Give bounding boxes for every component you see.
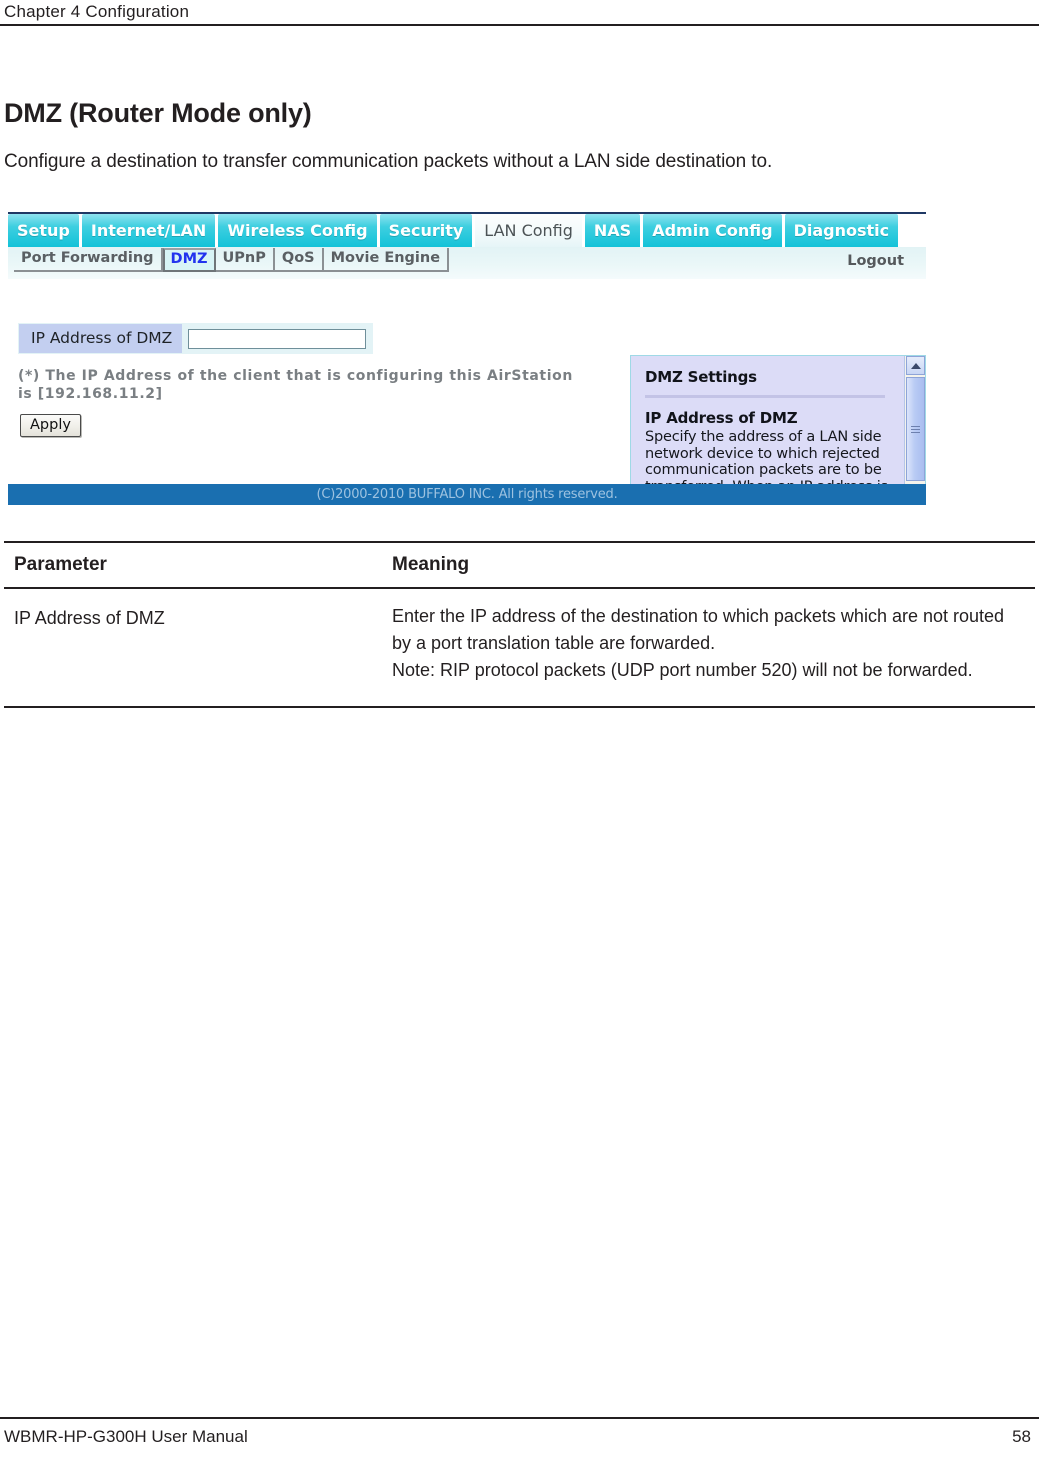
- tab-diagnostic[interactable]: Diagnostic: [784, 214, 899, 247]
- scroll-up-button[interactable]: [906, 356, 925, 375]
- tab-label: NAS: [593, 221, 632, 240]
- help-heading: DMZ Settings: [645, 368, 757, 386]
- tab-lan-config[interactable]: LAN Config: [475, 214, 582, 247]
- table-header-row: Parameter Meaning: [4, 543, 1035, 587]
- ip-address-of-dmz-row: IP Address of DMZ: [18, 323, 374, 354]
- primary-tab-bar: Setup Internet/LAN Wireless Config Secur…: [8, 214, 926, 247]
- help-divider: [645, 395, 885, 398]
- tab-label: Wireless Config: [227, 221, 368, 240]
- running-head: Chapter 4 Configuration: [4, 2, 190, 21]
- tab-label: Security: [388, 221, 464, 240]
- help-panel-content: DMZ Settings IP Address of DMZ Specify t…: [631, 356, 903, 505]
- tab-nas[interactable]: NAS: [584, 214, 641, 247]
- tab-security[interactable]: Security: [379, 214, 473, 247]
- chevron-up-icon: [910, 362, 921, 369]
- cell-parameter: IP Address of DMZ: [14, 608, 165, 628]
- tab-label: LAN Config: [484, 221, 573, 240]
- ip-address-of-dmz-input[interactable]: [188, 328, 367, 349]
- tab-label: Admin Config: [652, 221, 773, 240]
- help-panel: DMZ Settings IP Address of DMZ Specify t…: [630, 355, 926, 505]
- column-header-meaning: Meaning: [392, 554, 470, 575]
- footer-page-number: 58: [1012, 1427, 1031, 1446]
- table-row: IP Address of DMZ Enter the IP address o…: [4, 589, 1035, 706]
- help-subheading: IP Address of DMZ: [645, 409, 798, 427]
- tab-label: Diagnostic: [793, 221, 890, 240]
- subtab-group: Port Forwarding DMZ UPnP QoS Movie Engin…: [14, 248, 450, 272]
- footer-rule: [0, 1417, 1039, 1419]
- help-panel-scrollbar[interactable]: [904, 356, 925, 505]
- tab-label: Internet/LAN: [90, 221, 207, 240]
- parameter-table: Parameter Meaning IP Address of DMZ Ente…: [4, 541, 1035, 708]
- subtab-qos[interactable]: QoS: [274, 248, 324, 272]
- ip-address-of-dmz-label: IP Address of DMZ: [19, 324, 183, 353]
- secondary-tab-bar: Port Forwarding DMZ UPnP QoS Movie Engin…: [8, 247, 926, 279]
- footer-manual-title: WBMR-HP-G300H User Manual: [4, 1427, 248, 1446]
- ip-address-of-dmz-input-cell: [182, 324, 373, 353]
- tab-internet-lan[interactable]: Internet/LAN: [81, 214, 216, 247]
- dmz-client-note: (*) The IP Address of the client that is…: [18, 368, 573, 402]
- subtab-dmz[interactable]: DMZ: [162, 248, 216, 272]
- apply-button[interactable]: Apply: [20, 414, 81, 437]
- copyright-bar: (C)2000-2010 BUFFALO INC. All rights res…: [8, 484, 926, 505]
- subtab-movie-engine[interactable]: Movie Engine: [323, 248, 450, 272]
- page-title: DMZ (Router Mode only): [4, 98, 312, 129]
- tab-label: Setup: [17, 221, 70, 240]
- subtab-upnp[interactable]: UPnP: [215, 248, 275, 272]
- subtab-port-forwarding[interactable]: Port Forwarding: [14, 248, 163, 272]
- router-ui-screenshot: Setup Internet/LAN Wireless Config Secur…: [8, 212, 926, 505]
- header-rule: [0, 24, 1039, 26]
- grip-icon: [911, 424, 920, 435]
- tab-wireless-config[interactable]: Wireless Config: [218, 214, 377, 247]
- router-content-area: IP Address of DMZ (*) The IP Address of …: [8, 279, 926, 505]
- table-bottom-rule: [4, 706, 1035, 708]
- tab-setup[interactable]: Setup: [8, 214, 79, 247]
- page-subtitle: Configure a destination to transfer comm…: [4, 151, 773, 172]
- tab-admin-config[interactable]: Admin Config: [643, 214, 782, 247]
- logout-link[interactable]: Logout: [847, 253, 904, 269]
- scrollbar-thumb[interactable]: [906, 377, 925, 481]
- column-header-parameter: Parameter: [14, 554, 107, 575]
- cell-meaning: Enter the IP address of the destination …: [392, 606, 1005, 680]
